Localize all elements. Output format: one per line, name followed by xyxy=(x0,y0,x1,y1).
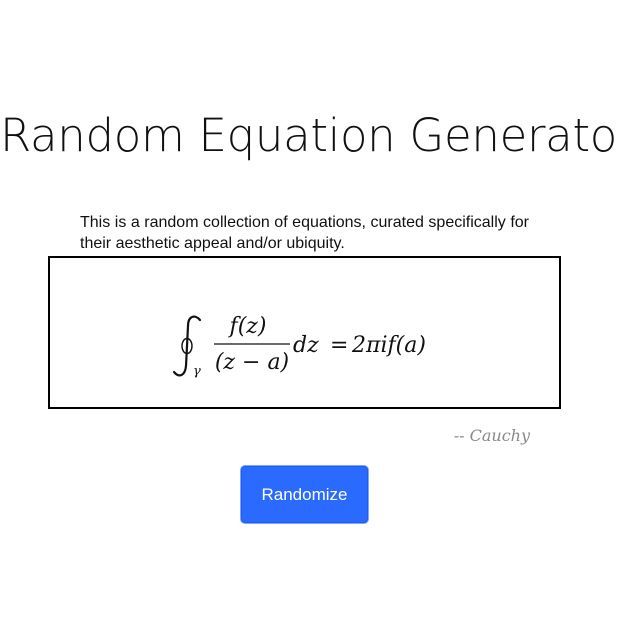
equation-attribution: -- Cauchy xyxy=(453,426,530,445)
randomize-button[interactable]: Randomize xyxy=(240,465,369,524)
page-description: This is a random collection of equations… xyxy=(80,214,529,252)
contour-subscript: γ xyxy=(193,364,201,379)
equation-rhs: 2πif(a) xyxy=(351,333,426,358)
equation-denominator: (z − a) xyxy=(215,350,289,375)
equation-differential: dz xyxy=(293,333,319,358)
equation-display: γ f(z) (z − a) dz = 2πif(a) xyxy=(48,256,561,409)
page-title: Random Equation Generator xyxy=(0,109,620,163)
equation-render: γ f(z) (z − a) dz = 2πif(a) xyxy=(172,314,426,379)
equation-equals: = xyxy=(330,333,348,358)
equation-numerator: f(z) xyxy=(228,314,267,339)
